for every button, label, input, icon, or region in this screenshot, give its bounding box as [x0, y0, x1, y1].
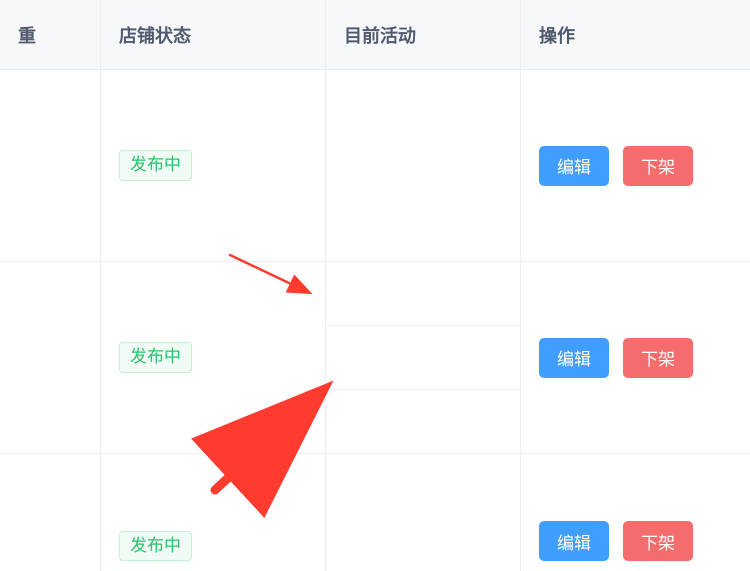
column-ops: 操作 编辑 下架 编辑 下架 编辑 下架 — [520, 0, 750, 571]
ops-cell: 编辑 下架 — [521, 454, 750, 571]
activity-slot — [326, 326, 520, 390]
activity-cell — [326, 262, 520, 454]
column-activity: 目前活动 — [325, 0, 520, 571]
weight-cell — [0, 454, 100, 571]
status-tag-published: 发布中 — [119, 531, 192, 561]
column-header-activity[interactable]: 目前活动 — [326, 0, 520, 70]
ops-cell: 编辑 下架 — [521, 262, 750, 454]
status-cell: 发布中 — [101, 454, 325, 571]
edit-button[interactable]: 编辑 — [539, 338, 609, 378]
activity-cell — [326, 70, 520, 262]
status-tag-published: 发布中 — [119, 150, 192, 180]
edit-button[interactable]: 编辑 — [539, 146, 609, 186]
remove-button[interactable]: 下架 — [623, 521, 693, 561]
column-header-ops[interactable]: 操作 — [521, 0, 750, 70]
remove-button[interactable]: 下架 — [623, 338, 693, 378]
activity-slot — [326, 262, 520, 326]
status-cell: 发布中 — [101, 262, 325, 454]
column-weight: 重 — [0, 0, 100, 571]
column-header-weight[interactable]: 重 — [0, 0, 100, 70]
remove-button[interactable]: 下架 — [623, 146, 693, 186]
weight-cell — [0, 262, 100, 454]
status-tag-published: 发布中 — [119, 342, 192, 372]
data-table: 重 店铺状态 发布中 发布中 发布中 目前活动 操作 — [0, 0, 750, 571]
activity-cell — [326, 454, 520, 571]
column-header-status[interactable]: 店铺状态 — [101, 0, 325, 70]
ops-cell: 编辑 下架 — [521, 70, 750, 262]
weight-cell — [0, 70, 100, 262]
edit-button[interactable]: 编辑 — [539, 521, 609, 561]
column-status: 店铺状态 发布中 发布中 发布中 — [100, 0, 325, 571]
activity-slot — [326, 390, 520, 453]
status-cell: 发布中 — [101, 70, 325, 262]
